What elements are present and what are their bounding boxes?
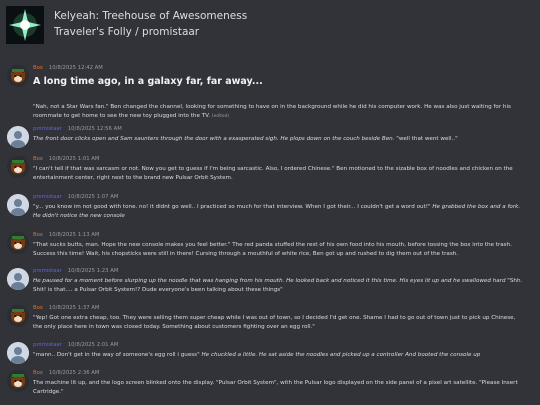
message-text: "Nah, not a Star Wars fan." Ben changed …	[33, 104, 511, 119]
message-timestamp: 10/8/2025 1:23 AM	[67, 268, 119, 274]
message-body: "y... you know im not good with tone. no…	[33, 203, 523, 220]
message-timestamp: 10/8/2025 2:01 AM	[67, 342, 119, 348]
message-timestamp: 10/8/2025 1:01 AM	[48, 156, 100, 162]
message-timestamp: 10/8/2025 2:36 AM	[48, 370, 100, 376]
message-text-italic: He chuckled a little. He sat aside the n…	[201, 352, 481, 358]
red-panda-avatar-icon	[7, 156, 29, 178]
avatar[interactable]	[7, 268, 29, 290]
red-panda-avatar-icon	[7, 305, 29, 327]
edited-label: (edited)	[211, 113, 230, 119]
message-text: "Yep! Got one extra cheap, too. They wer…	[33, 315, 516, 330]
avatar[interactable]	[7, 232, 29, 254]
server-icon[interactable]	[6, 6, 44, 44]
message-text: "y... you know im not good with tone. no…	[33, 204, 433, 210]
message-author[interactable]: Box	[33, 305, 43, 311]
message-timestamp: 10/8/2025 1:07 AM	[67, 194, 119, 200]
channel-header: Kelyeah: Treehouse of Awesomeness Travel…	[0, 0, 540, 48]
message-text: "I can't tell if that was sarcasm or not…	[33, 166, 513, 181]
message-text: "well that went well.."	[394, 136, 458, 142]
user-avatar-icon	[7, 194, 29, 216]
user-avatar-icon	[7, 268, 29, 290]
message-text: The machine lit up, and the logo screen …	[33, 380, 518, 395]
message-text-italic: The front door clicks open and Sam saunt…	[33, 136, 395, 142]
red-panda-avatar-icon	[7, 232, 29, 254]
avatar[interactable]	[7, 305, 29, 327]
message-author[interactable]: Box	[33, 156, 43, 162]
message-text: "That sucks butts, man. Hope the new con…	[33, 242, 512, 257]
message-heading: A long time ago, in a galaxy far, far aw…	[33, 76, 263, 87]
message-timestamp: 10/8/2025 12:56 AM	[67, 126, 122, 132]
avatar[interactable]	[7, 370, 29, 392]
channel-path[interactable]: Traveler's Folly / promistaar	[54, 27, 247, 38]
red-panda-avatar-icon	[7, 65, 29, 87]
message-timestamp: 10/8/2025 1:37 AM	[48, 305, 100, 311]
message-author[interactable]: promistaar	[33, 342, 62, 348]
avatar[interactable]	[7, 342, 29, 364]
red-panda-avatar-icon	[7, 370, 29, 392]
message-body: The machine lit up, and the logo screen …	[33, 379, 523, 396]
message-author[interactable]: promistaar	[33, 126, 62, 132]
message-timestamp: 10/8/2025 1:13 AM	[48, 232, 100, 238]
user-avatar-icon	[7, 342, 29, 364]
message-body: "Nah, not a Star Wars fan." Ben changed …	[33, 103, 523, 121]
avatar[interactable]	[7, 126, 29, 148]
message-body: "Yep! Got one extra cheap, too. They wer…	[33, 314, 523, 331]
avatar[interactable]	[7, 156, 29, 178]
message-body: He paused for a moment before slurping u…	[33, 277, 523, 294]
message-author[interactable]: Box	[33, 370, 43, 376]
message-body: "mann.. Don't get in the way of someone'…	[33, 351, 523, 360]
message-body: "I can't tell if that was sarcasm or not…	[33, 165, 523, 182]
message-text: "mann.. Don't get in the way of someone'…	[33, 352, 202, 358]
message-timestamp: 10/8/2025 12:42 AM	[48, 65, 103, 71]
message-author[interactable]: Box	[33, 232, 43, 238]
message-text-italic: He paused for a moment before slurping u…	[33, 278, 506, 284]
message-author[interactable]: promistaar	[33, 268, 62, 274]
message-body: "That sucks butts, man. Hope the new con…	[33, 241, 523, 258]
user-avatar-icon	[7, 126, 29, 148]
avatar[interactable]	[7, 65, 29, 87]
avatar[interactable]	[7, 194, 29, 216]
message-author[interactable]: promistaar	[33, 194, 62, 200]
server-name: Kelyeah: Treehouse of Awesomeness	[54, 9, 248, 22]
message-author[interactable]: Box	[33, 65, 43, 71]
message-body: The front door clicks open and Sam saunt…	[33, 135, 523, 144]
